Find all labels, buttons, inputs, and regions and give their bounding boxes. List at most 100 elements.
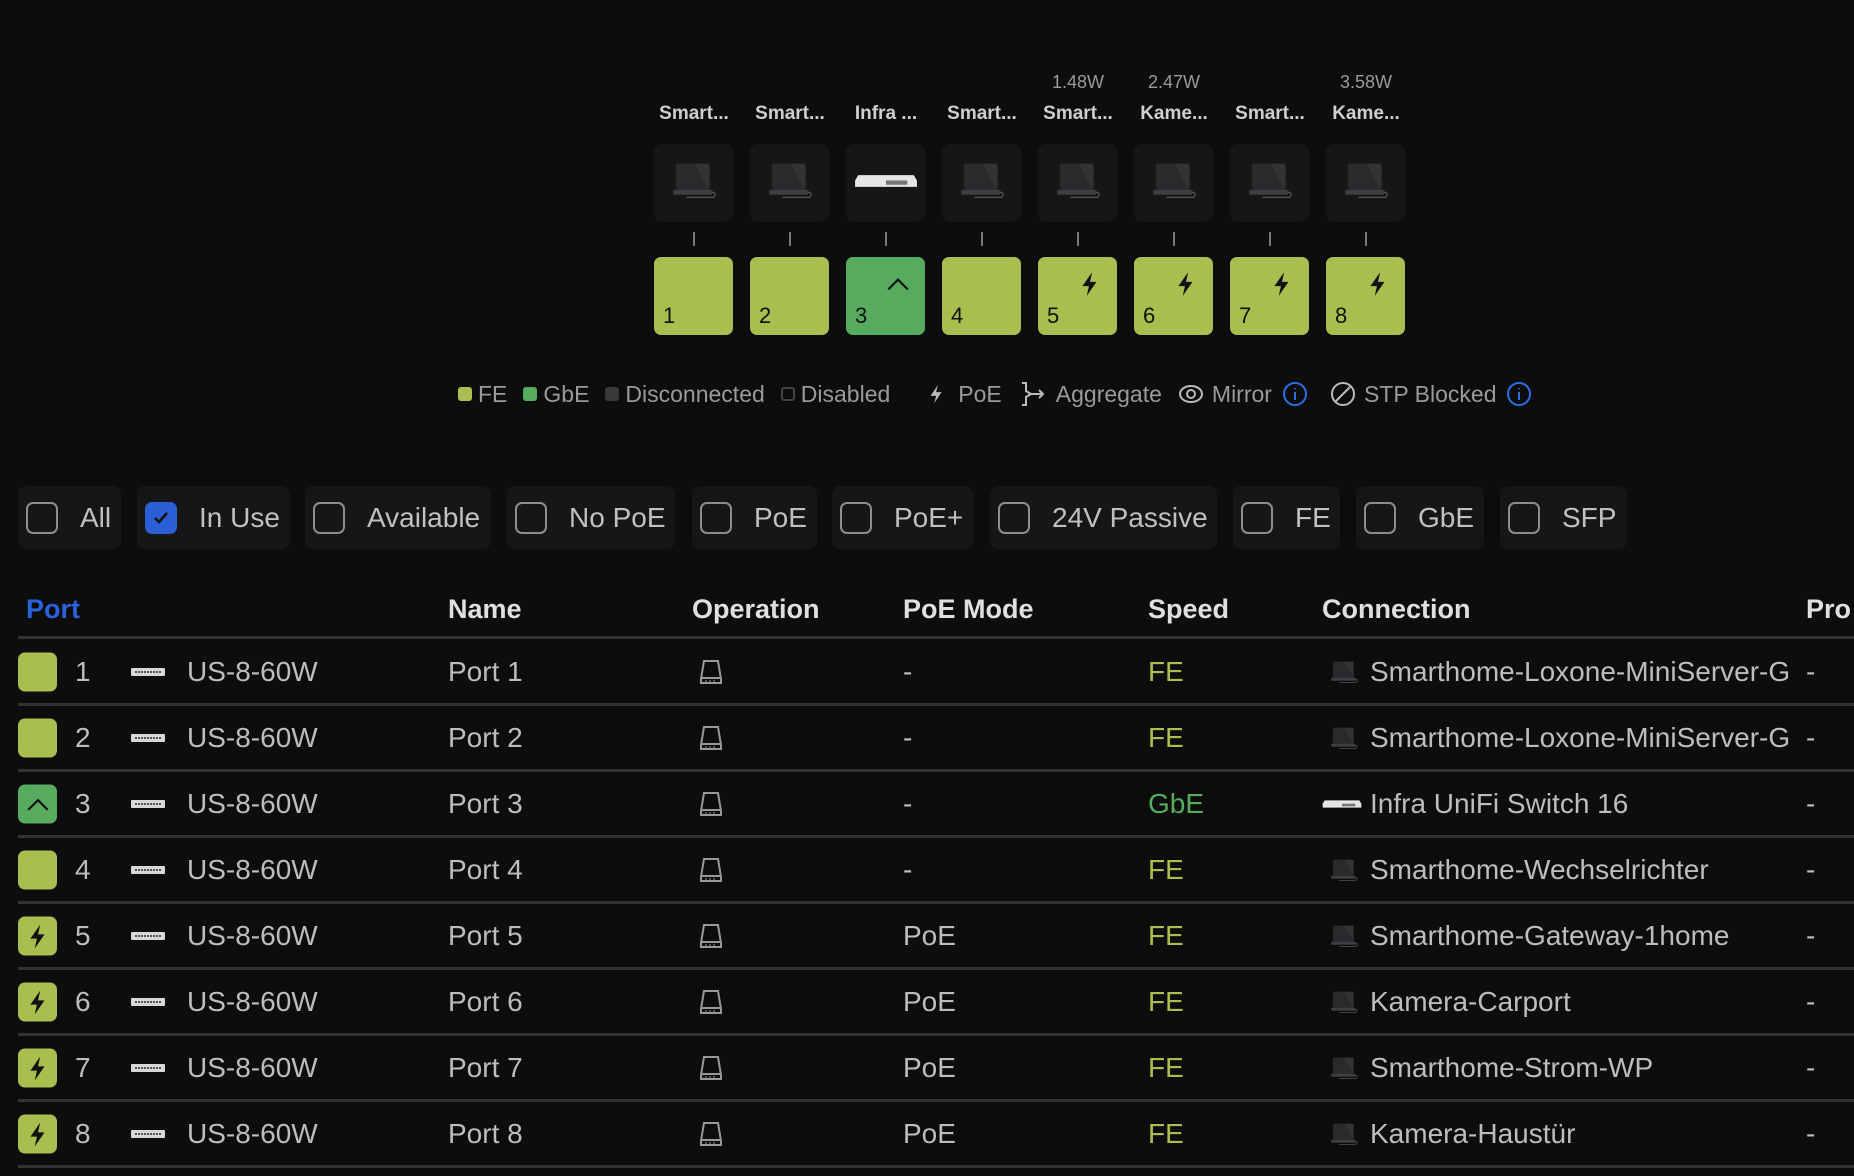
row-divider — [18, 1165, 1854, 1168]
poe-mode: PoE — [903, 920, 956, 951]
filter-sfp[interactable]: SFP — [1500, 486, 1627, 549]
filter-gbe[interactable]: GbE — [1356, 486, 1484, 549]
port-number: 7 — [75, 1052, 91, 1083]
checkbox[interactable] — [1508, 501, 1540, 534]
connection-name[interactable]: Smarthome-Loxone-MiniServer-G — [1370, 722, 1790, 754]
profile: - — [1806, 1052, 1816, 1083]
filter-24v-passive[interactable]: 24V Passive — [990, 486, 1217, 549]
poe-bolt-icon — [25, 989, 51, 1015]
filter-poe[interactable]: PoE — [692, 486, 817, 549]
switch-unit-icon — [131, 1063, 165, 1073]
checkbox[interactable] — [700, 501, 732, 534]
port-tile-4[interactable]: 4 — [942, 257, 1021, 335]
checkbox[interactable] — [145, 501, 177, 534]
filter-label: FE — [1295, 501, 1331, 533]
connector-line — [693, 232, 695, 246]
connection-name[interactable]: Smarthome-Loxone-MiniServer-G — [1370, 656, 1790, 688]
filter-poe-[interactable]: PoE+ — [832, 486, 973, 549]
column-header-port[interactable]: Port — [26, 594, 80, 625]
port-tile-1[interactable]: 1 — [654, 257, 733, 335]
filter-fe[interactable]: FE — [1233, 486, 1340, 549]
checkbox[interactable] — [26, 501, 58, 534]
poe-bolt-icon — [25, 923, 51, 949]
port-tile-5[interactable]: 5 — [1038, 257, 1117, 335]
table-row[interactable]: 8 US-8-60W Port 8 PoE FE Kamera-Haustür … — [0, 1101, 1854, 1167]
legend: FE GbE Disconnected Disabled PoE Aggrega… — [458, 380, 1532, 408]
switch-unit-icon — [131, 667, 165, 677]
port-tile-6[interactable]: 6 — [1134, 257, 1213, 335]
device-icon — [1328, 1122, 1360, 1146]
checkbox[interactable] — [840, 501, 872, 534]
checkbox[interactable] — [313, 501, 345, 534]
table-row[interactable]: 4 US-8-60W Port 4 - FE Smarthome-Wechsel… — [0, 837, 1854, 903]
filter-no-poe[interactable]: No PoE — [507, 486, 675, 549]
checkbox[interactable] — [1241, 501, 1273, 534]
port-number: 2 — [759, 303, 772, 328]
connection-name[interactable]: Smarthome-Gateway-1home — [1370, 920, 1729, 952]
poe-bolt-icon — [1365, 271, 1391, 297]
speed: FE — [1148, 986, 1184, 1017]
port-status — [18, 718, 57, 758]
port-tile-7[interactable]: 7 — [1230, 257, 1309, 335]
column-header-operation[interactable]: Operation — [692, 594, 820, 625]
connected-device-device[interactable] — [654, 144, 733, 222]
checkbox[interactable] — [515, 501, 547, 534]
filter-label: In Use — [199, 501, 280, 533]
connection-name[interactable]: Smarthome-Strom-WP — [1370, 1052, 1653, 1084]
column-header-poe-mode[interactable]: PoE Mode — [903, 594, 1034, 625]
poe-mode: - — [903, 656, 913, 687]
connected-device-device[interactable] — [1038, 144, 1117, 222]
column-header-speed[interactable]: Speed — [1148, 594, 1229, 625]
disconnected-swatch-icon — [605, 387, 620, 401]
port-name: Port 1 — [448, 656, 523, 687]
connected-device-device[interactable] — [1134, 144, 1213, 222]
column-header-name[interactable]: Name — [448, 594, 522, 625]
port-status — [18, 1114, 57, 1154]
connected-device-device[interactable] — [750, 144, 829, 222]
operation-switching-icon — [698, 857, 724, 883]
connected-device-device[interactable] — [942, 144, 1021, 222]
connection-name[interactable]: Kamera-Haustür — [1370, 1118, 1575, 1150]
port-number: 5 — [1047, 303, 1060, 328]
table-row[interactable]: 7 US-8-60W Port 7 PoE FE Smarthome-Strom… — [0, 1035, 1854, 1101]
poe-bolt-icon — [25, 1055, 51, 1081]
port-tile-8[interactable]: 8 — [1326, 257, 1405, 335]
device-icon — [1328, 726, 1360, 750]
checkbox[interactable] — [998, 501, 1030, 534]
connected-device-device[interactable] — [1326, 144, 1405, 222]
port-tile-2[interactable]: 2 — [750, 257, 829, 335]
device-model: US-8-60W — [187, 722, 318, 753]
connection-name[interactable]: Smarthome-Wechselrichter — [1370, 854, 1709, 886]
stp-info-icon[interactable] — [1506, 381, 1532, 407]
connection-name[interactable]: Infra UniFi Switch 16 — [1370, 788, 1628, 820]
table-row[interactable]: 6 US-8-60W Port 6 PoE FE Kamera-Carport … — [0, 969, 1854, 1035]
table-row[interactable]: 5 US-8-60W Port 5 PoE FE Smarthome-Gatew… — [0, 903, 1854, 969]
poe-bolt-icon — [1077, 271, 1103, 297]
port-device-name: Smart... — [1043, 103, 1113, 124]
column-header-connection[interactable]: Connection — [1322, 594, 1471, 625]
mirror-info-icon[interactable] — [1282, 381, 1308, 407]
switch-unit-icon — [131, 865, 165, 875]
filter-available[interactable]: Available — [305, 486, 491, 549]
checkbox[interactable] — [1364, 501, 1396, 534]
profile: - — [1806, 920, 1816, 951]
filter-in-use[interactable]: In Use — [137, 486, 290, 549]
table-row[interactable]: 1 US-8-60W Port 1 - FE Smarthome-Loxone-… — [0, 639, 1854, 705]
legend-gbe: GbE — [543, 380, 590, 407]
connected-device-switch[interactable] — [846, 144, 925, 222]
port-power: 3.58W — [1339, 72, 1393, 92]
port-tile-3[interactable]: 3 — [846, 257, 925, 335]
port-power: 2.47W — [1147, 72, 1201, 92]
poe-mode: - — [903, 788, 913, 819]
connection-name[interactable]: Kamera-Carport — [1370, 986, 1571, 1018]
operation-switching-icon — [698, 1121, 724, 1147]
filter-all[interactable]: All — [18, 486, 121, 549]
filter-label: SFP — [1562, 501, 1617, 533]
operation-switching-icon — [698, 1055, 724, 1081]
filter-label: All — [80, 501, 112, 533]
table-row[interactable]: 2 US-8-60W Port 2 - FE Smarthome-Loxone-… — [0, 705, 1854, 771]
device-icon — [1244, 161, 1296, 205]
connected-device-device[interactable] — [1230, 144, 1309, 222]
column-header-pro[interactable]: Pro — [1806, 594, 1851, 625]
table-row[interactable]: 3 US-8-60W Port 3 - GbE Infra UniFi Swit… — [0, 771, 1854, 837]
